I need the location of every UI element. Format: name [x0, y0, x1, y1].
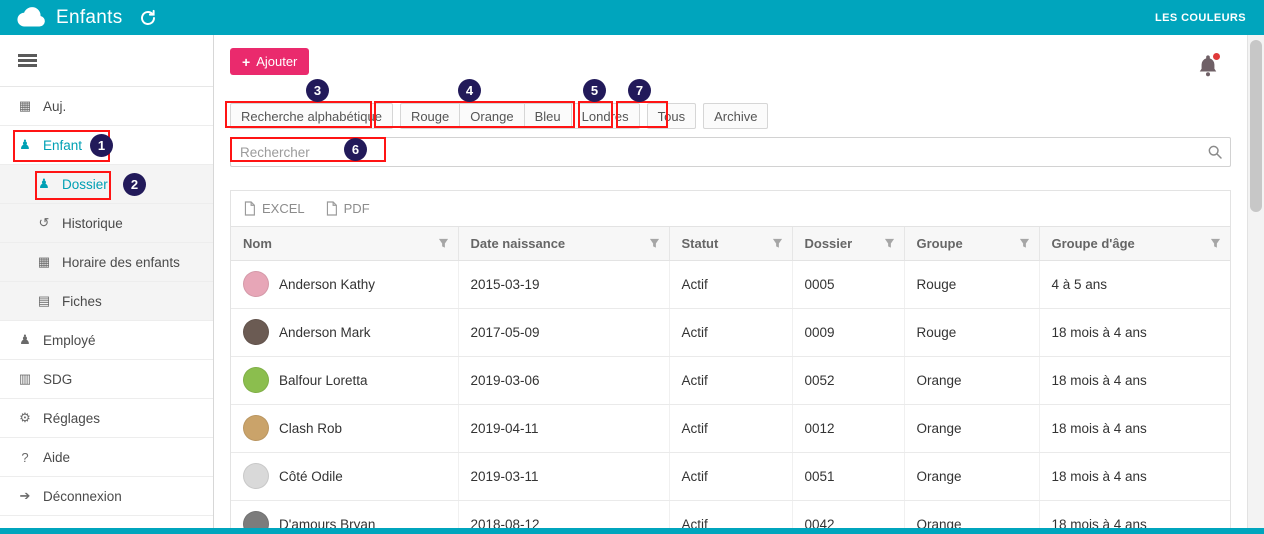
filter-funnel-icon[interactable] [649, 238, 660, 249]
export-excel-button[interactable]: EXCEL [243, 201, 305, 216]
avatar [243, 415, 269, 441]
sidebar-item-sdg[interactable]: ▥ SDG [0, 360, 213, 399]
filter-button-archive[interactable]: Archive [703, 103, 769, 129]
sidebar-item-employe[interactable]: ♟ Employé [0, 321, 213, 360]
export-toolbar: EXCEL PDF [231, 191, 1230, 227]
gear-icon: ⚙ [19, 410, 31, 425]
bottom-accent-bar [0, 528, 1264, 534]
table-row[interactable]: Anderson Kathy 2015-03-19 Actif 0005 Rou… [231, 260, 1230, 309]
sheets-icon: ▤ [37, 293, 51, 308]
sidebar-item-dossier[interactable]: ♟ Dossier [0, 165, 213, 204]
sidebar-item-deconnexion[interactable]: ➔ Déconnexion [0, 477, 213, 516]
filter-button-rouge[interactable]: Rouge [399, 103, 460, 129]
menu-toggle-button[interactable] [0, 35, 213, 87]
sdg-icon: ▥ [18, 371, 32, 386]
sidebar-item-horaire-des-enfants[interactable]: ▦ Horaire des enfants [0, 243, 213, 282]
schedule-icon: ▦ [37, 254, 51, 269]
notifications-bell-button[interactable] [1197, 53, 1221, 79]
filter-button-bleu[interactable]: Bleu [523, 103, 571, 129]
column-header-groupe[interactable]: Groupe [903, 227, 1039, 261]
group-filter-button-group: Rouge Orange Bleu Londres [399, 103, 640, 129]
refresh-icon[interactable] [139, 9, 157, 27]
filter-button-tous[interactable]: Tous [646, 103, 697, 129]
sidebar-item-aide[interactable]: ? Aide [0, 438, 213, 477]
logout-icon: ➔ [19, 488, 31, 503]
table-row[interactable]: Balfour Loretta 2019-03-06 Actif 0052 Or… [231, 356, 1230, 405]
sidebar-item-historique[interactable]: ↺ Historique [0, 204, 213, 243]
calendar-icon: ▦ [18, 98, 32, 113]
filter-button-londres[interactable]: Londres [570, 103, 640, 129]
search-bar [230, 137, 1231, 167]
scrollbar-thumb[interactable] [1250, 40, 1262, 212]
vertical-scrollbar[interactable] [1247, 35, 1264, 528]
table-body: Anderson Kathy 2015-03-19 Actif 0005 Rou… [231, 260, 1230, 528]
filter-row: Recherche alphabétique Rouge Orange Bleu… [230, 103, 1247, 129]
search-icon[interactable] [1207, 144, 1223, 160]
help-icon: ? [21, 449, 29, 465]
action-row: + Ajouter [230, 48, 1247, 75]
column-header-dossier[interactable]: Dossier [791, 227, 904, 261]
table-row[interactable]: Côté Odile 2019-03-11 Actif 0051 Orange … [231, 452, 1230, 501]
child-folder-icon: ♟ [38, 176, 50, 191]
plus-icon: + [242, 53, 251, 70]
table-row[interactable]: Clash Rob 2019-04-11 Actif 0012 Orange 1… [231, 404, 1230, 453]
data-grid: EXCEL PDF Nom Date naissance Statut Doss… [230, 190, 1231, 528]
top-bar: Enfants LES COULEURS [0, 0, 1264, 35]
filter-funnel-icon[interactable] [1210, 238, 1221, 249]
notification-dot [1213, 53, 1220, 60]
filter-funnel-icon[interactable] [772, 238, 783, 249]
add-button[interactable]: + Ajouter [230, 48, 310, 75]
column-header-groupe-age[interactable]: Groupe d'âge [1038, 227, 1230, 261]
avatar [243, 367, 269, 393]
hamburger-icon [18, 52, 37, 70]
organization-label: LES COULEURS [1155, 11, 1246, 24]
search-input[interactable] [230, 137, 1231, 167]
children-table: Nom Date naissance Statut Dossier Groupe… [231, 227, 1230, 528]
table-row[interactable]: D'amours Bryan 2018-08-12 Actif 0042 Ora… [231, 500, 1230, 528]
table-row[interactable]: Anderson Mark 2017-05-09 Actif 0009 Roug… [231, 308, 1230, 357]
filter-funnel-icon[interactable] [438, 238, 449, 249]
filter-funnel-icon[interactable] [884, 238, 895, 249]
avatar [243, 463, 269, 489]
app-title: Enfants [56, 6, 123, 28]
alphabetical-search-button[interactable]: Recherche alphabétique [230, 103, 393, 129]
column-header-nom[interactable]: Nom [231, 227, 458, 261]
history-icon: ↺ [38, 215, 50, 230]
excel-file-icon [244, 201, 255, 216]
sidebar: ▦ Auj. ♟ Enfant ♟ Dossier ↺ Historique ▦… [0, 35, 214, 528]
sidebar-item-fiches[interactable]: ▤ Fiches [0, 282, 213, 321]
sidebar-item-enfant[interactable]: ♟ Enfant [0, 126, 213, 165]
avatar [243, 511, 269, 528]
employee-icon: ♟ [19, 332, 31, 347]
app-logo-cloud-icon [17, 6, 45, 27]
child-icon: ♟ [19, 137, 31, 152]
avatar [243, 319, 269, 345]
column-header-date-naissance[interactable]: Date naissance [457, 227, 669, 261]
sidebar-nav: ▦ Auj. ♟ Enfant ♟ Dossier ↺ Historique ▦… [0, 87, 213, 516]
filter-funnel-icon[interactable] [1019, 238, 1030, 249]
table-header: Nom Date naissance Statut Dossier Groupe… [231, 227, 1230, 261]
column-header-statut[interactable]: Statut [668, 227, 792, 261]
sidebar-item-reglages[interactable]: ⚙ Réglages [0, 399, 213, 438]
main-content: + Ajouter Recherche alphabétique Rouge O… [214, 35, 1247, 528]
export-pdf-button[interactable]: PDF [325, 201, 370, 216]
avatar [243, 271, 269, 297]
sidebar-item-aujourdhui[interactable]: ▦ Auj. [0, 87, 213, 126]
pdf-file-icon [326, 201, 337, 216]
filter-button-orange[interactable]: Orange [459, 103, 524, 129]
